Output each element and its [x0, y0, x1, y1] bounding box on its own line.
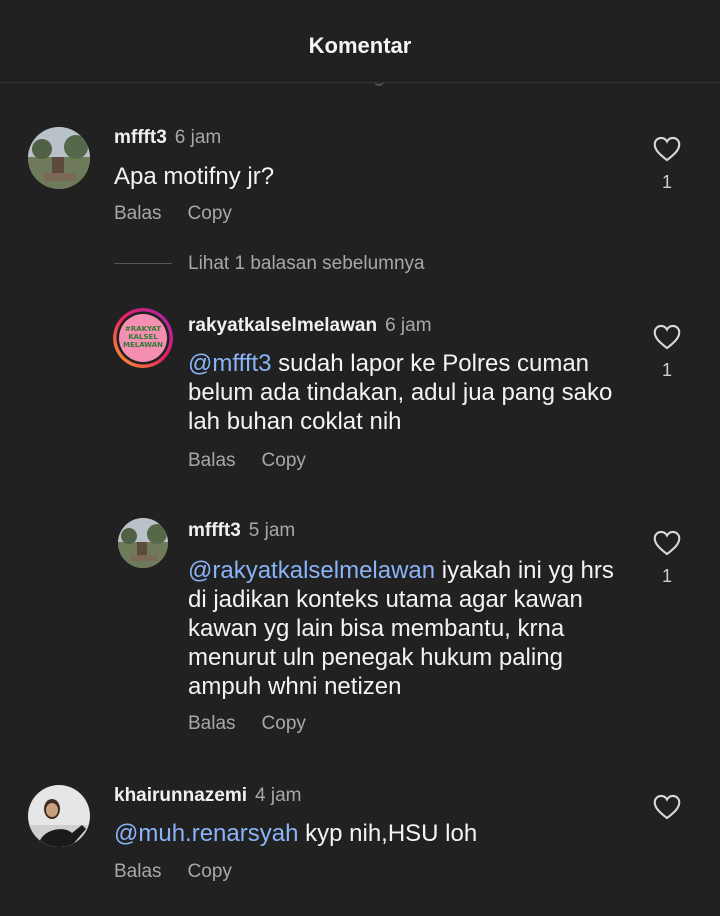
reply-button[interactable]: Balas	[188, 450, 236, 471]
mention-link[interactable]: @rakyatkalselmelawan	[188, 557, 435, 584]
like-button[interactable]: 1	[647, 530, 687, 587]
avatar[interactable]	[28, 127, 90, 189]
view-replies-label: Lihat 1 balasan sebelumnya	[188, 253, 425, 274]
reply-button[interactable]: Balas	[114, 861, 162, 882]
comment-body: Apa motifny jr?	[114, 163, 275, 190]
heart-outline-icon	[653, 324, 681, 350]
like-count: 1	[661, 172, 672, 192]
username[interactable]: rakyatkalselmelawan	[188, 315, 377, 336]
comment-body: kyp nih,HSU loh	[298, 820, 478, 847]
avatar[interactable]	[118, 518, 168, 568]
copy-button[interactable]: Copy	[188, 861, 232, 882]
page-title: Komentar	[308, 33, 412, 58]
avatar[interactable]: #RAKYAT KALSEL MELAWAN	[113, 308, 173, 368]
heart-outline-icon	[653, 136, 681, 162]
timestamp: 4 jam	[255, 785, 302, 806]
username[interactable]: khairunnazemi	[114, 785, 247, 806]
comment-text: @mffft3 sudah lapor ke Polres cuman belu…	[188, 349, 628, 436]
comment-text: @rakyatkalselmelawan iyakah ini yg hrs d…	[188, 556, 628, 701]
avatar-logo-text: #RAKYAT KALSEL MELAWAN	[123, 325, 163, 349]
copy-button[interactable]: Copy	[262, 713, 306, 734]
avatar[interactable]	[28, 785, 90, 847]
view-replies-link[interactable]: Lihat 1 balasan sebelumnya	[114, 253, 425, 275]
comment-text: @muh.renarsyah kyp nih,HSU loh	[114, 819, 614, 848]
timestamp: 5 jam	[248, 520, 296, 541]
header-bar: Komentar	[0, 0, 720, 86]
timestamp: 6 jam	[385, 315, 432, 336]
heart-outline-icon	[653, 530, 681, 556]
like-count: 1	[661, 360, 672, 380]
reply-button[interactable]: Balas	[114, 203, 162, 224]
like-button[interactable]	[647, 794, 687, 820]
like-count: 1	[661, 566, 672, 586]
mention-link[interactable]: @mffft3	[188, 350, 272, 377]
like-button[interactable]: 1	[647, 136, 687, 193]
copy-button[interactable]: Copy	[262, 450, 306, 471]
comment-text: Apa motifny jr?	[114, 162, 614, 191]
username[interactable]: mffft3	[114, 127, 167, 148]
reply-button[interactable]: Balas	[188, 713, 236, 734]
copy-button[interactable]: Copy	[188, 203, 232, 224]
timestamp: 6 jam	[174, 127, 222, 148]
heart-outline-icon	[653, 794, 681, 820]
mention-link[interactable]: @muh.renarsyah	[114, 820, 298, 847]
divider	[114, 263, 172, 265]
username[interactable]: mffft3	[188, 520, 241, 541]
scroll-indicator	[374, 78, 384, 86]
like-button[interactable]: 1	[647, 324, 687, 381]
